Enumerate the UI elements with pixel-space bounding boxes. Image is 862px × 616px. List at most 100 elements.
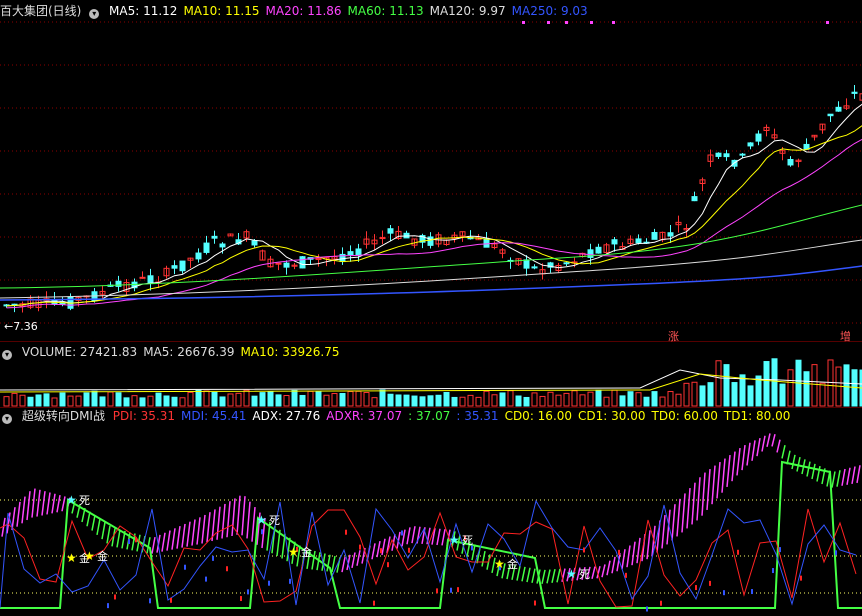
volume-bar <box>403 394 410 407</box>
volume-bar <box>723 364 730 407</box>
volume-bar <box>803 371 810 407</box>
adx-hatch <box>716 462 721 499</box>
adx-hatch <box>216 506 221 540</box>
adx-hatch <box>746 442 751 466</box>
volume-bar <box>43 393 50 407</box>
adx-hatch <box>751 440 756 461</box>
volume-bar <box>451 396 458 407</box>
volume-bar <box>155 392 162 407</box>
volume-bar <box>579 394 586 407</box>
volume-bar <box>91 390 98 407</box>
volume-bar <box>235 392 242 407</box>
adx-hatch <box>351 552 356 569</box>
adx-hatch <box>96 518 101 535</box>
ma5-line <box>6 103 862 307</box>
volume-bar <box>659 396 666 407</box>
volume-bar <box>315 391 322 407</box>
dmi-tick <box>128 539 130 545</box>
volume-bar <box>499 392 506 407</box>
dmi-tick <box>618 549 620 555</box>
adx-hatch <box>41 491 46 516</box>
adx-hatch <box>851 466 856 485</box>
candle-body <box>523 259 530 269</box>
dmi-tick <box>583 547 585 553</box>
adx-hatch <box>791 454 796 470</box>
dmi-tick <box>723 590 725 596</box>
candle-body <box>723 153 730 158</box>
dmi-chart[interactable]: ★ 死★ 金★ 金★ 死★ 金★ 死★ 金★ 死 <box>0 408 862 616</box>
adx-hatch <box>241 496 246 536</box>
volume-bar <box>635 392 642 407</box>
dmi-tick <box>772 568 774 574</box>
adx-hatch <box>116 529 121 548</box>
adx-hatch <box>836 470 841 487</box>
adx-hatch <box>776 439 781 453</box>
dmi-tick <box>205 576 207 582</box>
volume-bar <box>555 394 562 407</box>
dmi-tick <box>751 589 753 595</box>
candle-body <box>851 91 858 94</box>
pdi-line <box>0 508 857 608</box>
adx-hatch <box>201 514 206 544</box>
volume-bar <box>691 381 698 407</box>
adx-hatch <box>31 488 36 518</box>
candle-body <box>835 106 842 112</box>
dmi-tick <box>835 550 837 556</box>
candle-body <box>315 258 322 261</box>
volume-bar <box>731 382 738 407</box>
volume-bar <box>219 396 226 407</box>
volume-bar <box>283 395 290 407</box>
adx-hatch <box>86 511 91 527</box>
signal-dot <box>590 21 593 24</box>
volume-bar <box>763 361 770 407</box>
volume-bar <box>779 383 786 407</box>
dmi-tick <box>373 600 375 606</box>
signal-label: 死 <box>579 568 590 581</box>
adx-hatch <box>736 448 741 476</box>
dmi-tick <box>359 544 361 550</box>
mdi-line <box>0 499 857 609</box>
volume-bar <box>419 396 426 407</box>
volume-chart[interactable] <box>0 344 862 408</box>
volume-bar <box>19 394 26 407</box>
adx-hatch <box>181 523 186 548</box>
candle-body <box>595 246 602 254</box>
volume-bar <box>203 390 210 407</box>
volume-bar <box>547 391 554 407</box>
adx-hatch <box>761 435 766 452</box>
adx-hatch <box>381 538 386 556</box>
dmi-tick <box>660 600 662 606</box>
volume-bar <box>331 393 338 407</box>
candle-body <box>355 248 362 256</box>
volume-bar <box>611 389 618 407</box>
volume-bar <box>539 395 546 407</box>
dmi-tick <box>184 564 186 570</box>
star-icon: ★ <box>256 513 267 527</box>
volume-bar <box>675 393 682 407</box>
volume-bar <box>787 369 794 407</box>
adx-hatch <box>681 493 686 533</box>
volume-bar <box>563 392 570 407</box>
adx-hatch <box>21 496 26 524</box>
dmi-tick <box>387 562 389 568</box>
zhang-mark: 涨 <box>668 330 679 343</box>
adx-hatch <box>531 568 536 583</box>
candle-body <box>179 260 186 272</box>
adx-hatch <box>601 564 606 578</box>
volume-bar <box>227 393 234 407</box>
volume-bar <box>99 396 106 407</box>
candle-body <box>691 196 698 202</box>
dmi-tick <box>779 547 781 553</box>
volume-bar <box>491 394 498 407</box>
dmi-tick <box>226 566 228 572</box>
adx-hatch <box>741 444 746 471</box>
adx-hatch <box>356 550 361 566</box>
adx-hatch <box>36 489 41 517</box>
star-icon: ★ <box>449 533 460 547</box>
adx-hatch <box>341 556 346 573</box>
dmi-tick <box>268 580 270 586</box>
volume-bar <box>531 392 538 407</box>
adx-hatch <box>556 568 561 583</box>
signal-label: 金 <box>507 557 518 571</box>
price-chart[interactable] <box>0 0 862 342</box>
